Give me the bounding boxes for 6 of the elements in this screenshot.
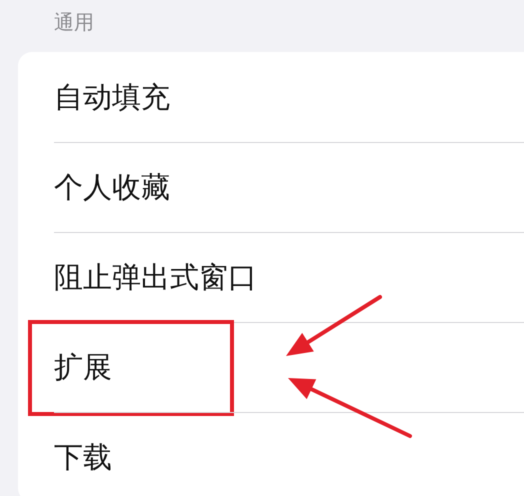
settings-item[interactable]: 阻止弹出式窗口 xyxy=(54,260,257,294)
settings-item[interactable]: 扩展 xyxy=(54,350,112,384)
section-header: 通用 xyxy=(54,9,94,36)
settings-item[interactable]: 自动填充 xyxy=(54,80,170,114)
settings-item[interactable]: 个人收藏 xyxy=(54,170,170,204)
settings-item[interactable]: 下载 xyxy=(54,440,112,474)
